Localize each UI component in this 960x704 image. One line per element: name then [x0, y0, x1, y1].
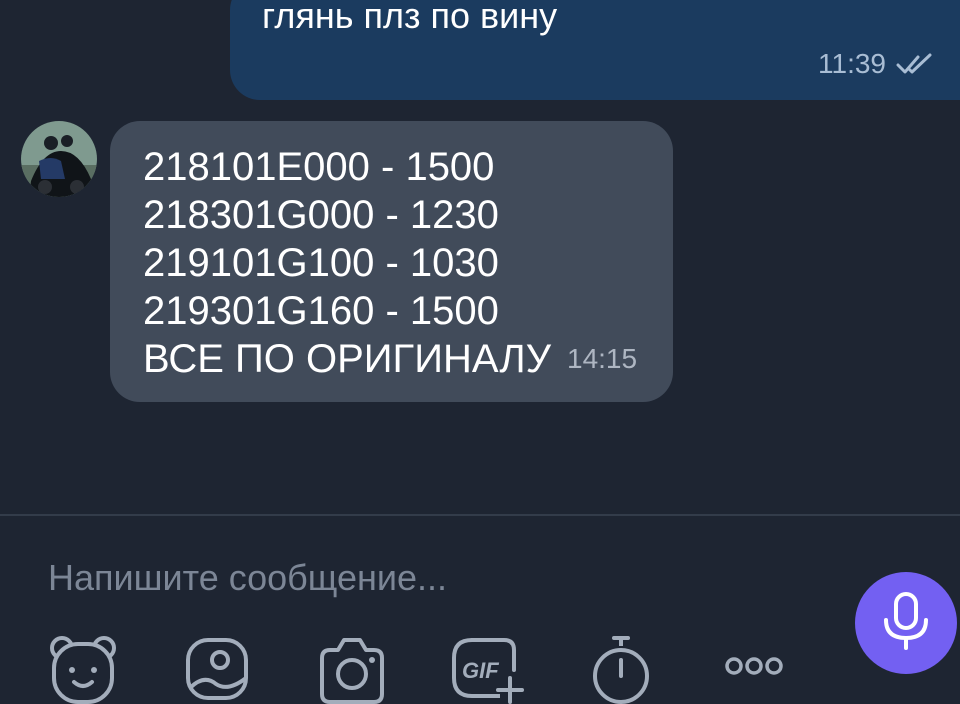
gif-label: GIF — [462, 658, 499, 683]
timer-button[interactable] — [588, 634, 668, 704]
camera-button[interactable] — [316, 634, 396, 704]
incoming-message[interactable]: 218101E000 - 1500 218301G000 - 1230 2191… — [110, 121, 673, 402]
message-line: 219101G100 - 1030 — [143, 241, 499, 285]
toolbar: GIF — [0, 634, 800, 704]
more-icon — [725, 657, 783, 675]
double-check-icon — [896, 53, 932, 74]
sticker-bear-icon — [50, 636, 116, 704]
message-text: глянь плз по вину — [262, 0, 558, 36]
gif-icon: GIF — [452, 638, 524, 704]
message-line: 219301G160 - 1500 — [143, 289, 499, 333]
chat-area: глянь плз по вину 11:39 218101E000 - 150… — [0, 0, 960, 515]
message-input[interactable] — [48, 554, 828, 602]
message-line: 218301G000 - 1230 — [143, 193, 499, 237]
camera-icon — [320, 638, 384, 704]
voice-message-button[interactable] — [855, 572, 957, 674]
more-button[interactable] — [724, 634, 804, 704]
message-line: ВСЕ ПО ОРИГИНАЛУ — [143, 337, 552, 381]
gallery-button[interactable] — [184, 634, 264, 704]
message-text: 218101E000 - 1500 218301G000 - 1230 2191… — [143, 143, 551, 383]
message-time: 14:15 — [567, 343, 638, 374]
microphone-icon — [884, 592, 928, 650]
message-time: 11:39 — [818, 48, 886, 79]
timer-icon — [593, 636, 649, 704]
message-line: 218101E000 - 1500 — [143, 145, 495, 189]
message-meta: 11:39 — [818, 48, 936, 80]
gif-button[interactable]: GIF — [450, 634, 530, 704]
sticker-button[interactable] — [48, 634, 128, 704]
composer: GIF — [0, 516, 960, 704]
outgoing-message[interactable]: глянь плз по вину 11:39 — [230, 0, 960, 100]
avatar-image — [21, 121, 97, 197]
gallery-icon — [186, 638, 248, 700]
avatar[interactable] — [21, 121, 97, 197]
